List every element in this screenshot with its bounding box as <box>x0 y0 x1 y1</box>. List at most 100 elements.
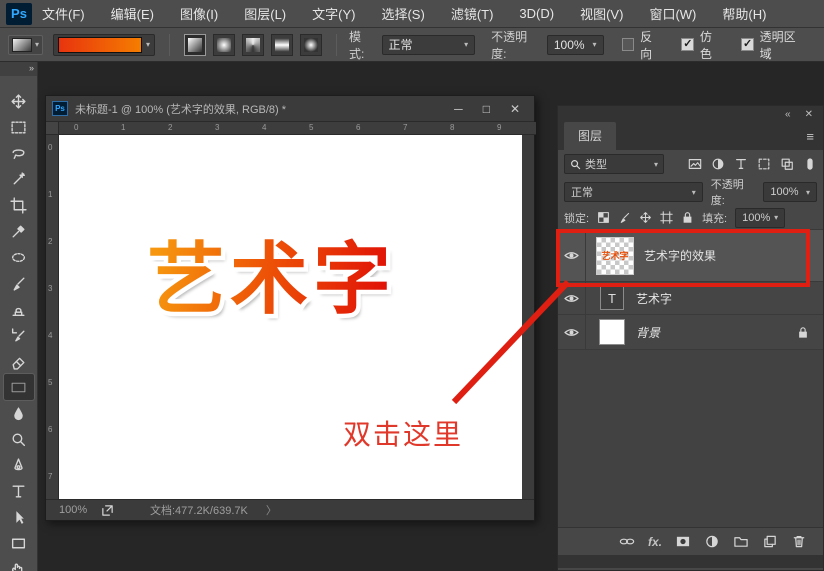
document-title: 未标题-1 @ 100% (艺术字的效果, RGB/8) * <box>75 101 454 117</box>
pen-tool[interactable] <box>4 452 34 478</box>
hand-tool[interactable] <box>4 556 34 571</box>
gradient-tool[interactable] <box>4 374 34 400</box>
gradient-editor-swatch[interactable]: ▾ <box>53 34 155 56</box>
reflected-gradient-button[interactable] <box>271 34 293 56</box>
panel-menu-icon[interactable]: ≡ <box>806 129 813 144</box>
ruler-mark: 0 <box>48 143 52 152</box>
diamond-gradient-button[interactable] <box>300 34 322 56</box>
filter-smart-object-icon[interactable] <box>780 157 794 171</box>
menu-type[interactable]: 文字(Y) <box>312 4 355 23</box>
lock-row: 锁定: 填充: 100% ▾ <box>558 206 823 230</box>
filter-adjustment-layers-icon[interactable] <box>711 157 725 171</box>
blur-tool[interactable] <box>4 400 34 426</box>
filter-shape-layers-icon[interactable] <box>757 157 771 171</box>
document-title-bar[interactable]: Ps 未标题-1 @ 100% (艺术字的效果, RGB/8) * ─ □ ✕ <box>46 96 534 122</box>
lock-transparent-icon[interactable] <box>597 211 610 224</box>
dodge-tool[interactable] <box>4 426 34 452</box>
art-text: 艺术字 艺术字 <box>147 217 396 329</box>
menu-file[interactable]: 文件(F) <box>42 4 85 23</box>
radial-gradient-button[interactable] <box>213 34 235 56</box>
lock-position-icon[interactable] <box>639 211 652 224</box>
lock-paint-icon[interactable] <box>618 211 631 224</box>
vertical-ruler: 0 1 2 3 4 5 6 7 <box>46 135 59 501</box>
new-layer-icon[interactable] <box>762 534 778 549</box>
dither-checkbox[interactable] <box>681 38 694 51</box>
menu-view[interactable]: 视图(V) <box>580 4 623 23</box>
status-chevron-icon[interactable]: 〉 <box>266 502 277 518</box>
link-layers-icon[interactable] <box>619 534 635 549</box>
maximize-button[interactable]: □ <box>483 102 490 116</box>
move-tool[interactable] <box>4 88 34 114</box>
ruler-mark: 5 <box>309 123 313 132</box>
text-layer-thumbnail[interactable]: T <box>600 286 624 310</box>
lock-all-icon[interactable] <box>681 211 694 224</box>
panel-close-icon[interactable]: ✕ <box>805 109 813 120</box>
delete-layer-icon[interactable] <box>791 534 807 549</box>
rectangle-tool[interactable] <box>4 530 34 556</box>
zoom-level[interactable]: 100% <box>59 504 97 516</box>
toolbar-collapse-button[interactable]: » <box>0 62 37 76</box>
ruler-mark: 3 <box>215 123 219 132</box>
ruler-mark: 1 <box>48 190 52 199</box>
transparency-checkbox[interactable] <box>741 38 754 51</box>
eraser-tool[interactable] <box>4 348 34 374</box>
filter-type-select[interactable]: 类型 ▾ <box>564 154 664 174</box>
adjustment-layer-icon[interactable] <box>704 534 720 549</box>
add-layer-mask-icon[interactable] <box>675 534 691 549</box>
tool-preset-picker[interactable]: ▾ <box>8 35 43 55</box>
lock-artboard-icon[interactable] <box>660 211 673 224</box>
healing-brush-tool[interactable] <box>4 244 34 270</box>
magic-wand-tool[interactable] <box>4 166 34 192</box>
opacity-select[interactable]: 100% ▾ <box>547 35 604 55</box>
type-tool[interactable] <box>4 478 34 504</box>
filter-pixel-layers-icon[interactable] <box>688 157 702 171</box>
layers-tab[interactable]: 图层 <box>564 122 616 150</box>
tools-panel: » <box>0 62 38 571</box>
angle-gradient-button[interactable] <box>242 34 264 56</box>
art-text-fill: 艺术字 <box>147 235 396 323</box>
menu-3d[interactable]: 3D(D) <box>519 6 554 21</box>
path-select-tool[interactable] <box>4 504 34 530</box>
ruler-origin[interactable] <box>46 122 59 135</box>
history-brush-tool[interactable] <box>4 322 34 348</box>
background-layer-thumbnail[interactable] <box>599 319 625 345</box>
lasso-tool[interactable] <box>4 140 34 166</box>
layer-style-fx-icon[interactable]: fx. <box>648 535 662 549</box>
close-button[interactable]: ✕ <box>510 102 520 116</box>
fill-select[interactable]: 100% ▾ <box>735 208 785 228</box>
marquee-tool[interactable] <box>4 114 34 140</box>
minimize-button[interactable]: ─ <box>454 102 463 116</box>
reverse-label: 反向 <box>640 28 663 62</box>
lock-label: 锁定: <box>564 210 589 226</box>
panel-header: « ✕ <box>558 106 823 122</box>
menu-help[interactable]: 帮助(H) <box>722 4 766 23</box>
layer-row-background[interactable]: 背景 <box>558 315 823 350</box>
blend-mode-select[interactable]: 正常 ▾ <box>564 182 703 202</box>
clone-stamp-tool[interactable] <box>4 296 34 322</box>
document-status-bar: 100% 文档:477.2K/639.7K 〉 <box>46 499 534 520</box>
menu-window[interactable]: 窗口(W) <box>649 4 696 23</box>
export-icon[interactable] <box>101 504 114 517</box>
menu-filter[interactable]: 滤镜(T) <box>451 4 494 23</box>
ruler-mark: 4 <box>262 123 266 132</box>
new-group-icon[interactable] <box>733 534 749 549</box>
layer-name[interactable]: 艺术字 <box>636 290 823 307</box>
chevron-down-icon: ▾ <box>806 188 810 197</box>
ruler-mark: 6 <box>356 123 360 132</box>
menu-image[interactable]: 图像(I) <box>180 4 218 23</box>
menu-edit[interactable]: 编辑(E) <box>111 4 154 23</box>
brush-tool[interactable] <box>4 270 34 296</box>
panel-collapse-icon[interactable]: « <box>785 109 791 120</box>
linear-gradient-button[interactable] <box>184 34 206 56</box>
filter-toggle-icon[interactable] <box>803 157 817 171</box>
crop-tool[interactable] <box>4 192 34 218</box>
menu-select[interactable]: 选择(S) <box>381 4 424 23</box>
filter-type-layers-icon[interactable] <box>734 157 748 171</box>
menu-layer[interactable]: 图层(L) <box>244 4 286 23</box>
layer-name[interactable]: 背景 <box>636 324 797 341</box>
blend-mode-row: 正常 ▾ 不透明度: 100% ▾ <box>558 178 823 206</box>
layer-opacity-select[interactable]: 100% ▾ <box>763 182 817 202</box>
reverse-checkbox[interactable] <box>622 38 635 51</box>
eyedropper-tool[interactable] <box>4 218 34 244</box>
mode-select[interactable]: 正常 ▾ <box>382 35 476 55</box>
